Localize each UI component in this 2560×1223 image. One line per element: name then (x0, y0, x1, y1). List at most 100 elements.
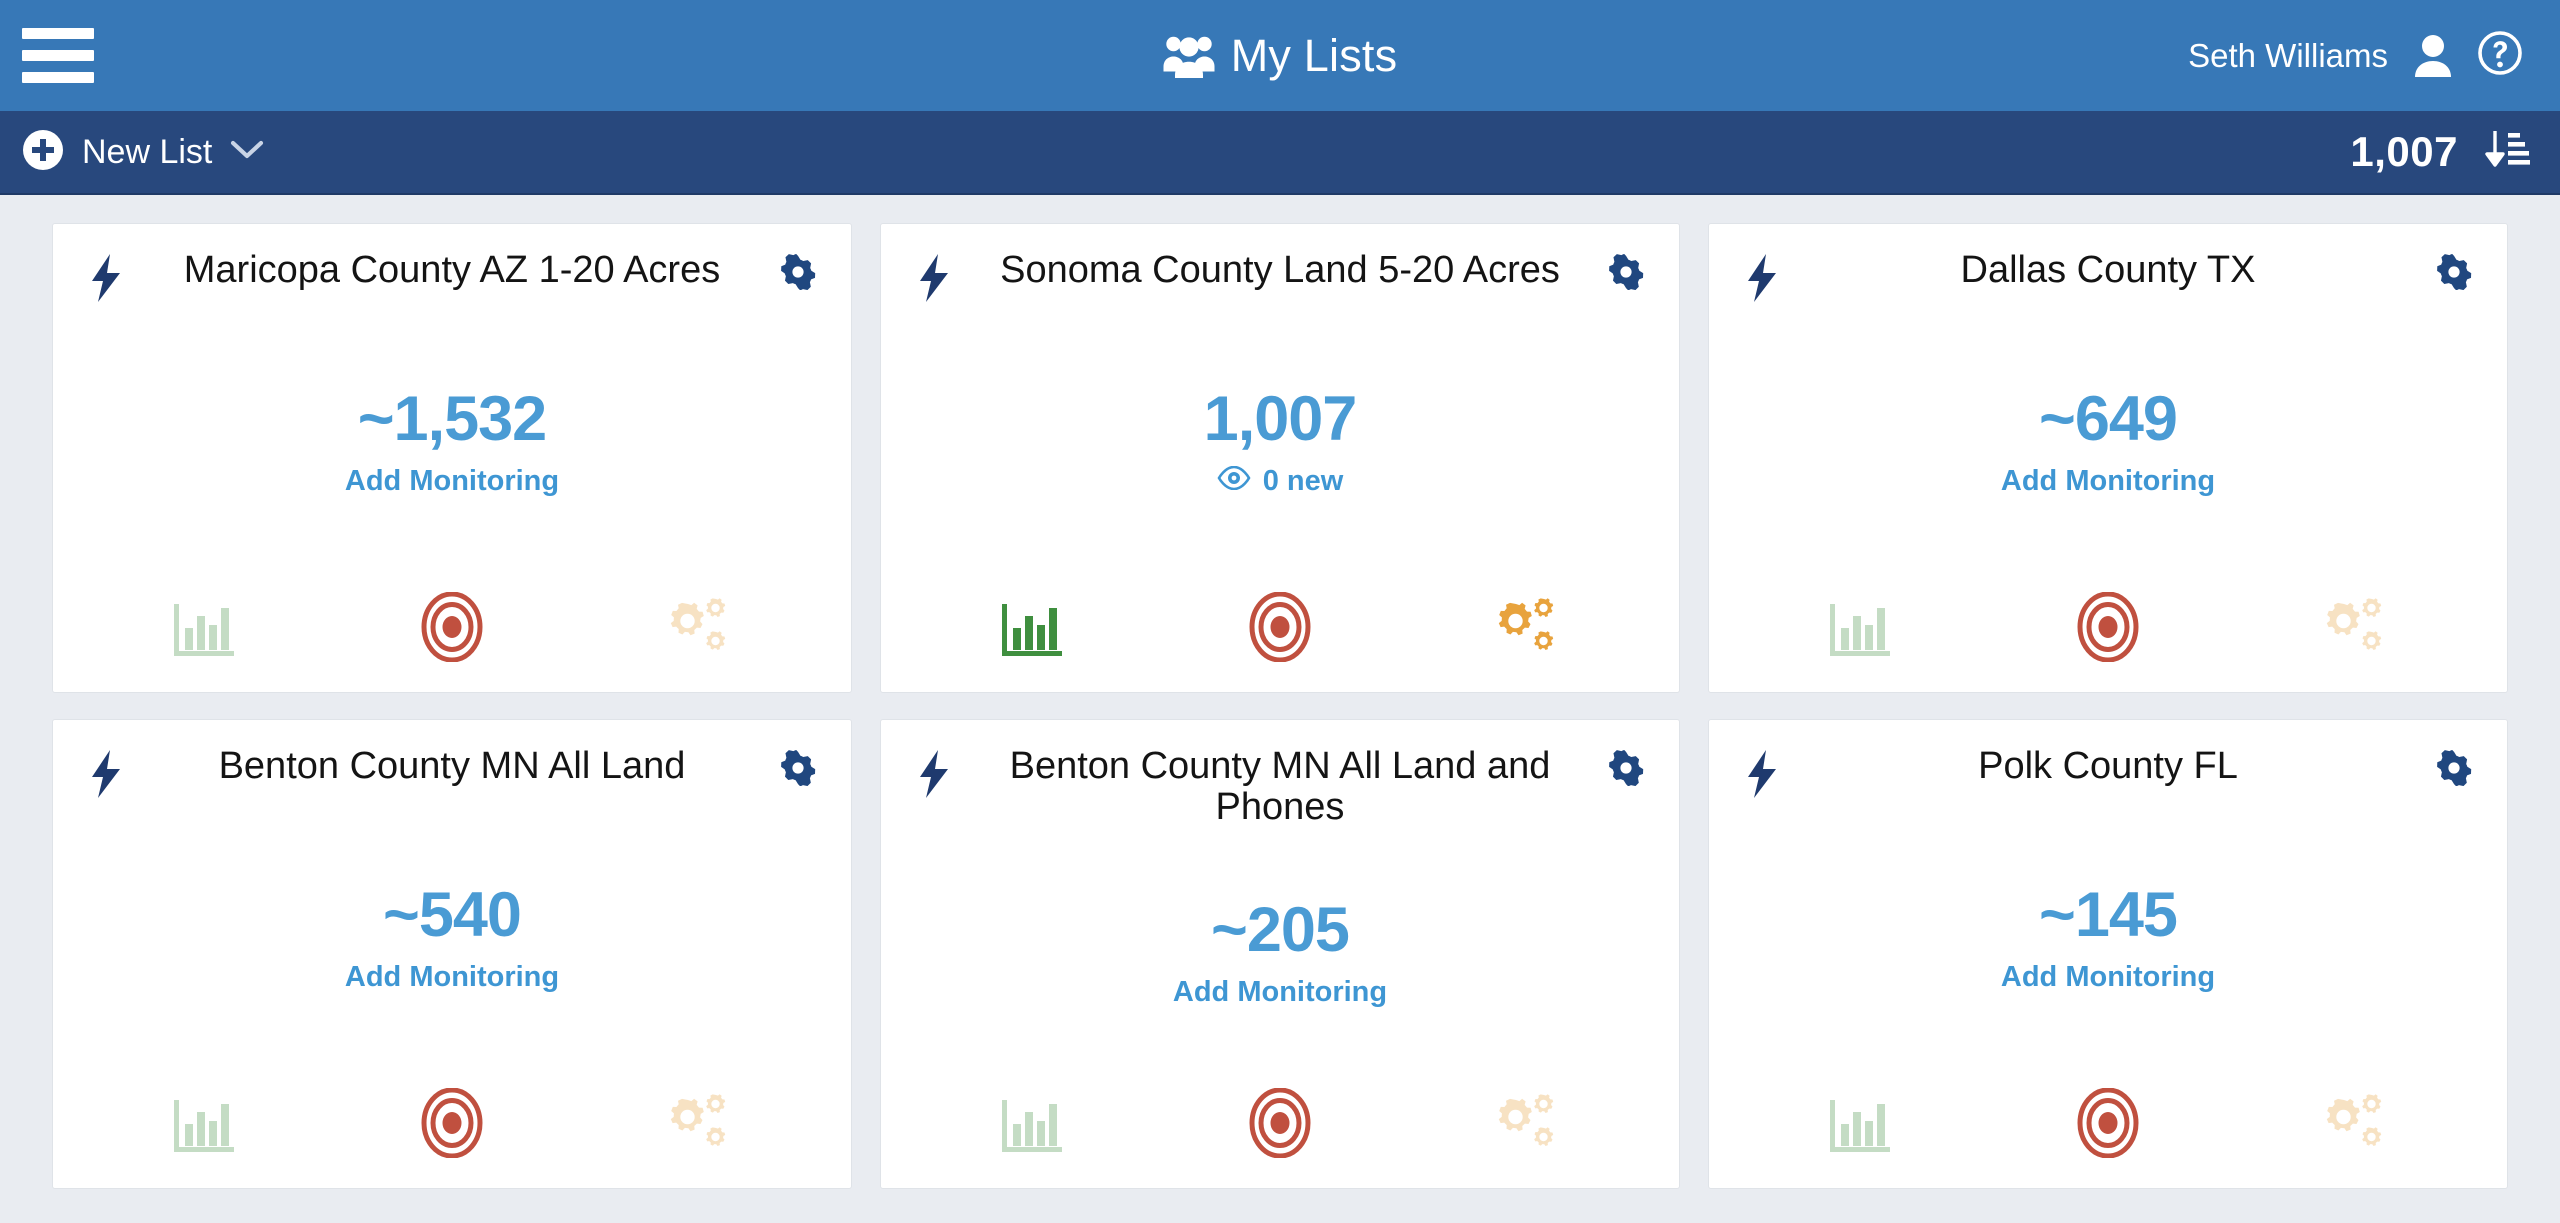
automations-action[interactable] (575, 598, 821, 668)
record-count: ~1,532 (357, 384, 547, 454)
top-header-bar: My Lists Seth Williams (0, 0, 2560, 111)
eye-icon (1217, 465, 1251, 498)
gears-icon (1489, 598, 1563, 662)
hamburger-line (22, 50, 94, 61)
total-count: 1,007 (2350, 128, 2458, 175)
automations-action[interactable] (1403, 1094, 1649, 1164)
gears-icon (661, 598, 735, 662)
page-title-group: My Lists (0, 0, 2560, 111)
automations-action[interactable] (1403, 598, 1649, 668)
card-subline[interactable]: Add Monitoring (2001, 961, 2215, 994)
card-subline[interactable]: Add Monitoring (345, 961, 559, 994)
card-body: ~1,532 Add Monitoring (83, 288, 821, 598)
target-bullseye-icon (421, 592, 483, 662)
card-body: ~205 Add Monitoring (911, 814, 1649, 1094)
record-count: ~649 (2039, 384, 2178, 454)
hamburger-menu-icon[interactable] (22, 28, 94, 83)
card-actions (83, 592, 821, 692)
bar-chart-icon (999, 1094, 1069, 1158)
insights-action[interactable] (911, 1094, 1157, 1164)
card-actions (83, 1088, 821, 1188)
list-card-5[interactable]: Benton County MN All Land and Phones ~20… (880, 719, 1680, 1189)
lightning-bolt-icon[interactable] (911, 746, 957, 798)
bar-chart-icon (171, 598, 241, 662)
card-title: Polk County FL (1978, 745, 2238, 787)
automations-action[interactable] (575, 1094, 821, 1164)
card-actions (911, 1088, 1649, 1188)
card-subline[interactable]: Add Monitoring (345, 465, 559, 498)
connect-action[interactable] (329, 592, 575, 668)
help-circle-icon[interactable] (2478, 31, 2522, 80)
list-card-2[interactable]: Sonoma County Land 5-20 Acres 1,007 0 ne… (880, 223, 1680, 693)
chevron-down-icon[interactable] (230, 139, 264, 166)
card-subline[interactable]: Add Monitoring (2001, 465, 2215, 498)
automations-action[interactable] (2231, 598, 2477, 668)
connect-action[interactable] (1157, 592, 1403, 668)
card-title: Benton County MN All Land (218, 745, 686, 787)
gears-icon (661, 1094, 735, 1158)
sort-descending-icon[interactable] (2484, 129, 2530, 176)
lists-grid: Maricopa County AZ 1-20 Acres ~1,532 Add… (0, 195, 2560, 1189)
record-count: ~205 (1211, 895, 1350, 966)
record-count: ~145 (2039, 880, 2178, 950)
card-subline-label: Add Monitoring (2000, 465, 2216, 497)
user-avatar-icon[interactable] (2414, 34, 2452, 78)
card-title: Dallas County TX (1960, 249, 2256, 291)
gear-icon[interactable] (2431, 250, 2477, 290)
new-list-button[interactable]: New List (22, 129, 264, 176)
connect-action[interactable] (1985, 1088, 2231, 1164)
insights-action[interactable] (83, 1094, 329, 1164)
gear-icon[interactable] (775, 746, 821, 786)
gear-icon[interactable] (1603, 250, 1649, 290)
target-bullseye-icon (1249, 1088, 1311, 1158)
page-title: My Lists (1230, 29, 1398, 81)
bar-chart-icon (1827, 598, 1897, 662)
sub-header-bar: New List 1,007 (0, 111, 2560, 195)
insights-action[interactable] (1739, 1094, 1985, 1164)
automations-action[interactable] (2231, 1094, 2477, 1164)
card-body: ~145 Add Monitoring (1739, 784, 2477, 1094)
gear-icon[interactable] (2431, 746, 2477, 786)
hamburger-line (22, 72, 94, 83)
card-title: Sonoma County Land 5-20 Acres (1000, 249, 1560, 291)
card-actions (911, 592, 1649, 692)
user-name-label: Seth Williams (2188, 36, 2388, 74)
users-group-icon (1163, 34, 1215, 78)
card-body: ~649 Add Monitoring (1739, 288, 2477, 598)
card-subline[interactable]: Add Monitoring (1173, 976, 1387, 1009)
card-subline-label: Add Monitoring (344, 465, 560, 497)
sub-header-right: 1,007 (2350, 128, 2530, 176)
card-subline-label: Add Monitoring (1172, 976, 1388, 1009)
gears-icon (2317, 598, 2391, 662)
insights-action[interactable] (83, 598, 329, 668)
card-subline[interactable]: 0 new (1217, 465, 1344, 498)
plus-circle-icon (22, 129, 64, 176)
record-count: ~540 (383, 880, 522, 950)
insights-action[interactable] (911, 598, 1157, 668)
card-subline-label: 0 new (1262, 465, 1344, 497)
bar-chart-icon (999, 598, 1069, 662)
gear-icon[interactable] (775, 250, 821, 290)
card-body: 1,007 0 new (911, 288, 1649, 598)
connect-action[interactable] (329, 1088, 575, 1164)
new-list-label: New List (82, 132, 213, 171)
card-actions (1739, 1088, 2477, 1188)
list-card-4[interactable]: Benton County MN All Land ~540 Add Monit… (52, 719, 852, 1189)
target-bullseye-icon (421, 1088, 483, 1158)
gear-icon[interactable] (1603, 746, 1649, 786)
insights-action[interactable] (1739, 598, 1985, 668)
card-subline-label: Add Monitoring (344, 961, 560, 993)
card-title: Maricopa County AZ 1-20 Acres (183, 249, 721, 291)
connect-action[interactable] (1985, 592, 2231, 668)
gears-icon (2317, 1094, 2391, 1158)
card-body: ~540 Add Monitoring (83, 784, 821, 1094)
list-card-1[interactable]: Maricopa County AZ 1-20 Acres ~1,532 Add… (52, 223, 852, 693)
target-bullseye-icon (1249, 592, 1311, 662)
header-user-area: Seth Williams (2188, 31, 2522, 80)
hamburger-line (22, 28, 94, 39)
target-bullseye-icon (2077, 1088, 2139, 1158)
gears-icon (1489, 1094, 1563, 1158)
list-card-6[interactable]: Polk County FL ~145 Add Monitoring (1708, 719, 2508, 1189)
list-card-3[interactable]: Dallas County TX ~649 Add Monitoring (1708, 223, 2508, 693)
connect-action[interactable] (1157, 1088, 1403, 1164)
